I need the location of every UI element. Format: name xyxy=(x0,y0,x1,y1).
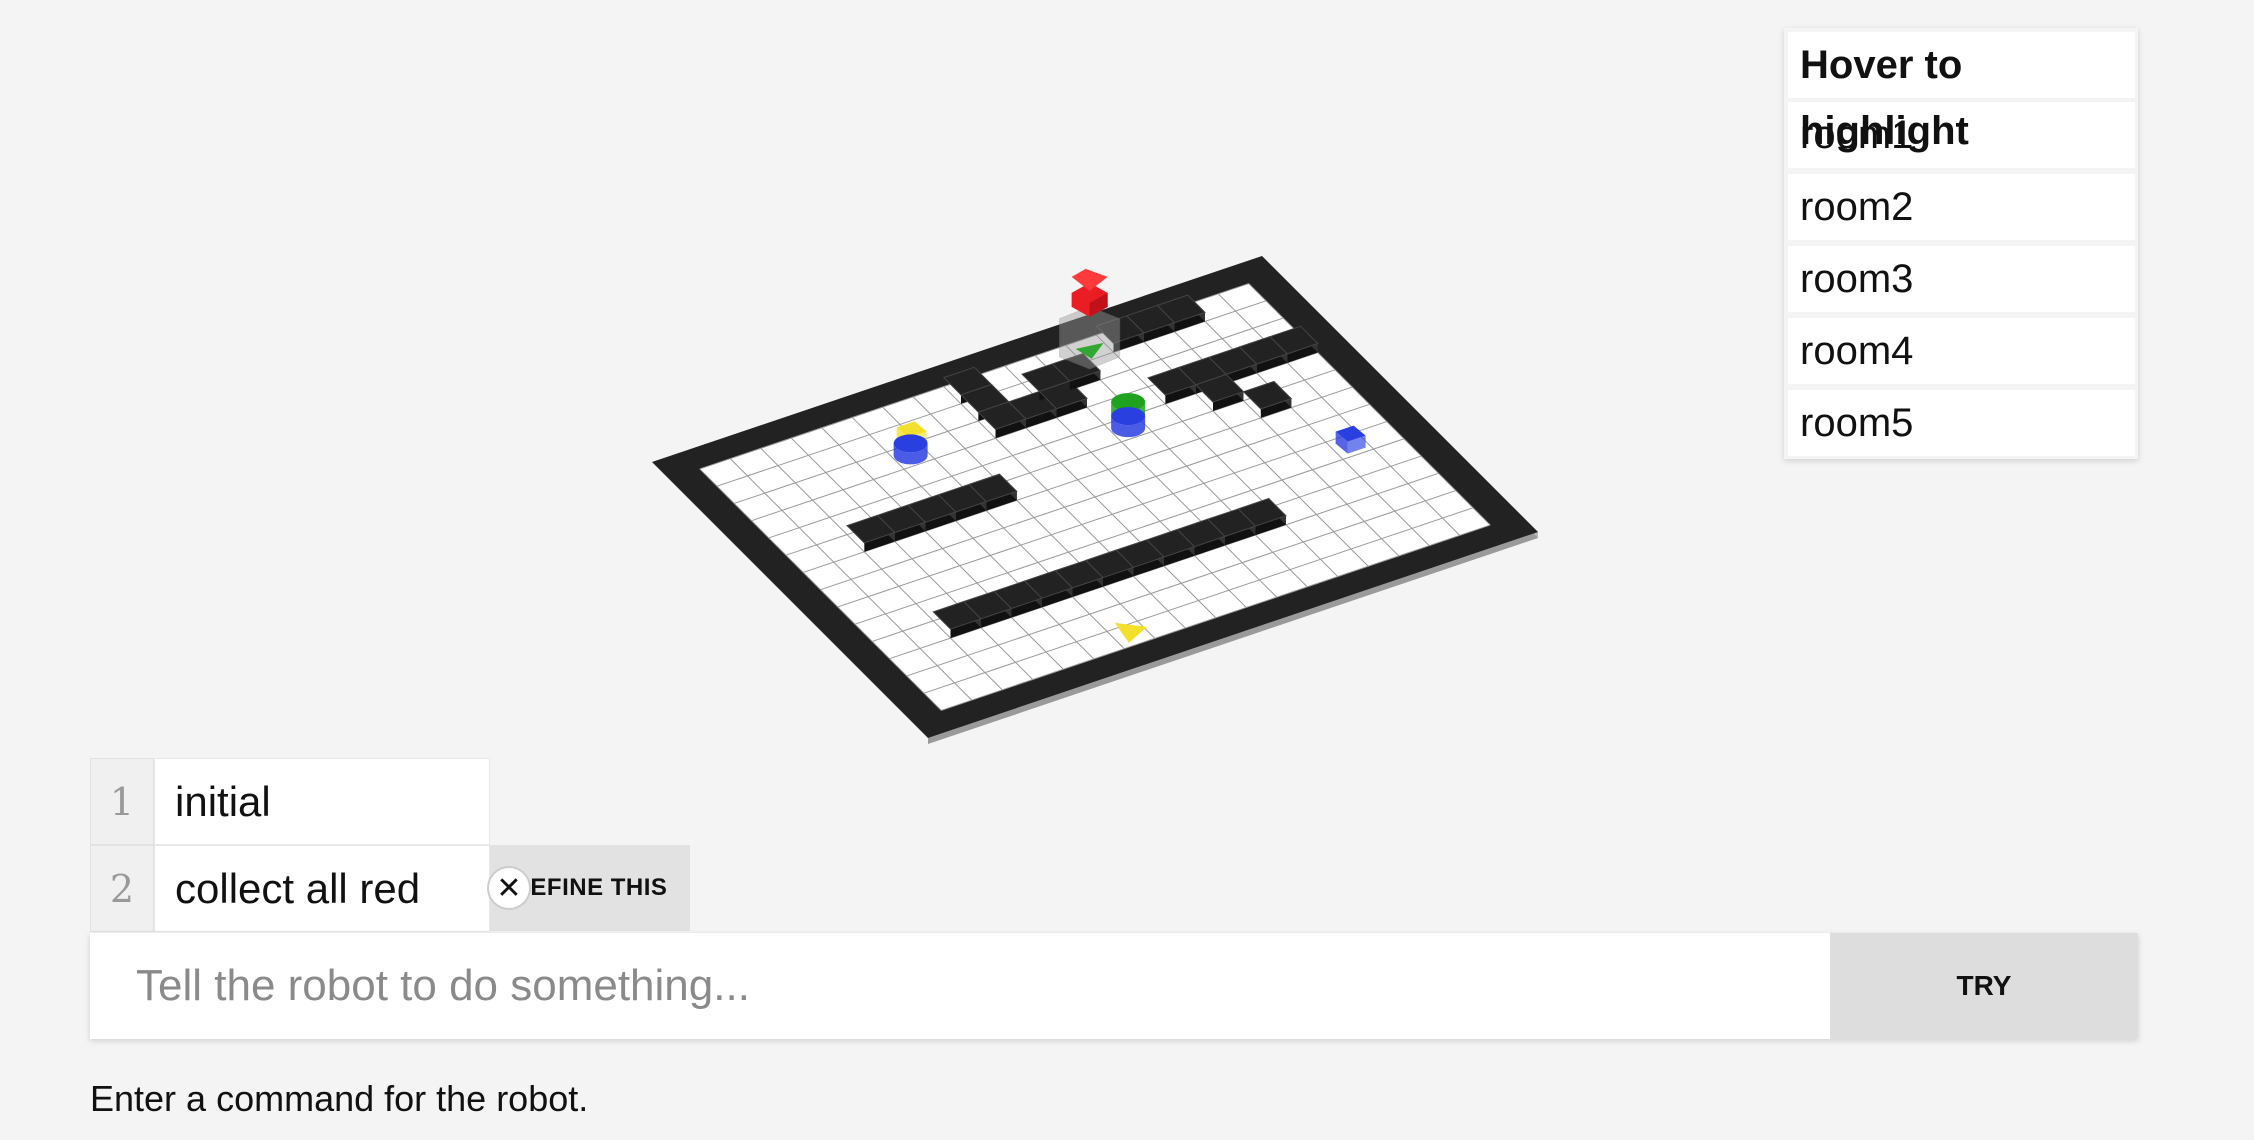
highlight-panel: Hover to highlight room1 room2 room3 roo… xyxy=(1784,28,2138,459)
robot xyxy=(1059,268,1121,370)
command-input[interactable] xyxy=(90,933,1830,1039)
history-row: 1 initial xyxy=(90,758,690,845)
history-line-number: 1 xyxy=(90,758,154,845)
history-command-text: collect all red xyxy=(175,864,421,912)
history-command-text[interactable]: initial xyxy=(154,758,490,845)
clear-command-button[interactable]: ✕ xyxy=(487,866,531,910)
game-board xyxy=(652,256,1538,744)
room-item-room4[interactable]: room4 xyxy=(1788,318,2135,384)
room-item-room3[interactable]: room3 xyxy=(1788,246,2135,312)
room-item-room5[interactable]: room5 xyxy=(1788,390,2135,456)
history-command-cell[interactable]: collect all red ✕ xyxy=(154,845,531,932)
history-row: 2 collect all red ✕ DEFINE THIS xyxy=(90,845,690,932)
command-bar: TRY xyxy=(90,933,2138,1039)
try-button[interactable]: TRY xyxy=(1830,933,2138,1039)
blue-cylinder xyxy=(893,434,928,465)
history-line-number: 2 xyxy=(90,845,154,932)
status-message: Enter a command for the robot. xyxy=(90,1078,589,1119)
command-history: 1 initial 2 collect all red ✕ DEFINE THI… xyxy=(90,758,690,932)
room-item-room2[interactable]: room2 xyxy=(1788,174,2135,240)
blue-cylinder xyxy=(1111,407,1146,438)
highlight-panel-title: Hover to highlight xyxy=(1788,32,2135,153)
